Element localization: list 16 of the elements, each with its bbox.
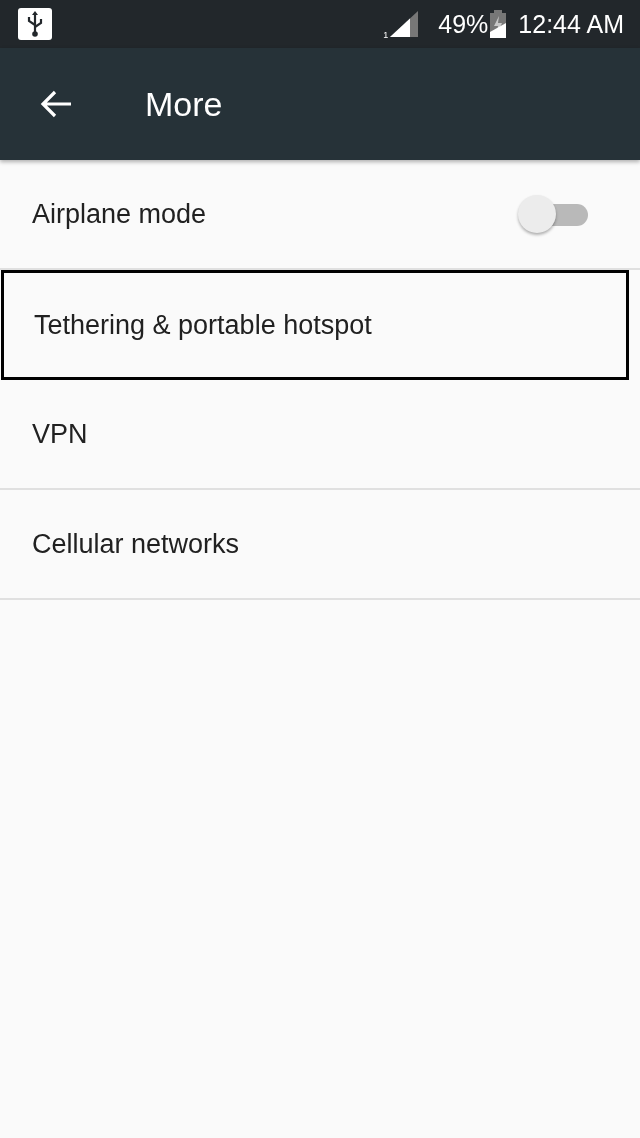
battery-charging-icon: [490, 10, 507, 38]
settings-item[interactable]: Airplane mode: [0, 160, 640, 270]
back-arrow-icon: [39, 89, 73, 119]
settings-item[interactable]: Cellular networks: [0, 490, 640, 600]
item-label: VPN: [32, 418, 89, 450]
item-label: Tethering & portable hotspot: [34, 309, 373, 341]
item-label: Airplane mode: [32, 198, 208, 230]
sim-slot-label: 1: [383, 30, 389, 40]
clock: 12:44 AM: [518, 9, 624, 39]
item-label: Cellular networks: [32, 528, 241, 560]
usb-icon: [18, 8, 52, 40]
settings-item[interactable]: VPN: [0, 380, 640, 490]
screen-title: More: [145, 84, 223, 124]
battery-percent: 49%: [438, 9, 489, 39]
settings-item[interactable]: Tethering & portable hotspot: [1, 270, 629, 380]
signal-icon: [390, 11, 419, 37]
